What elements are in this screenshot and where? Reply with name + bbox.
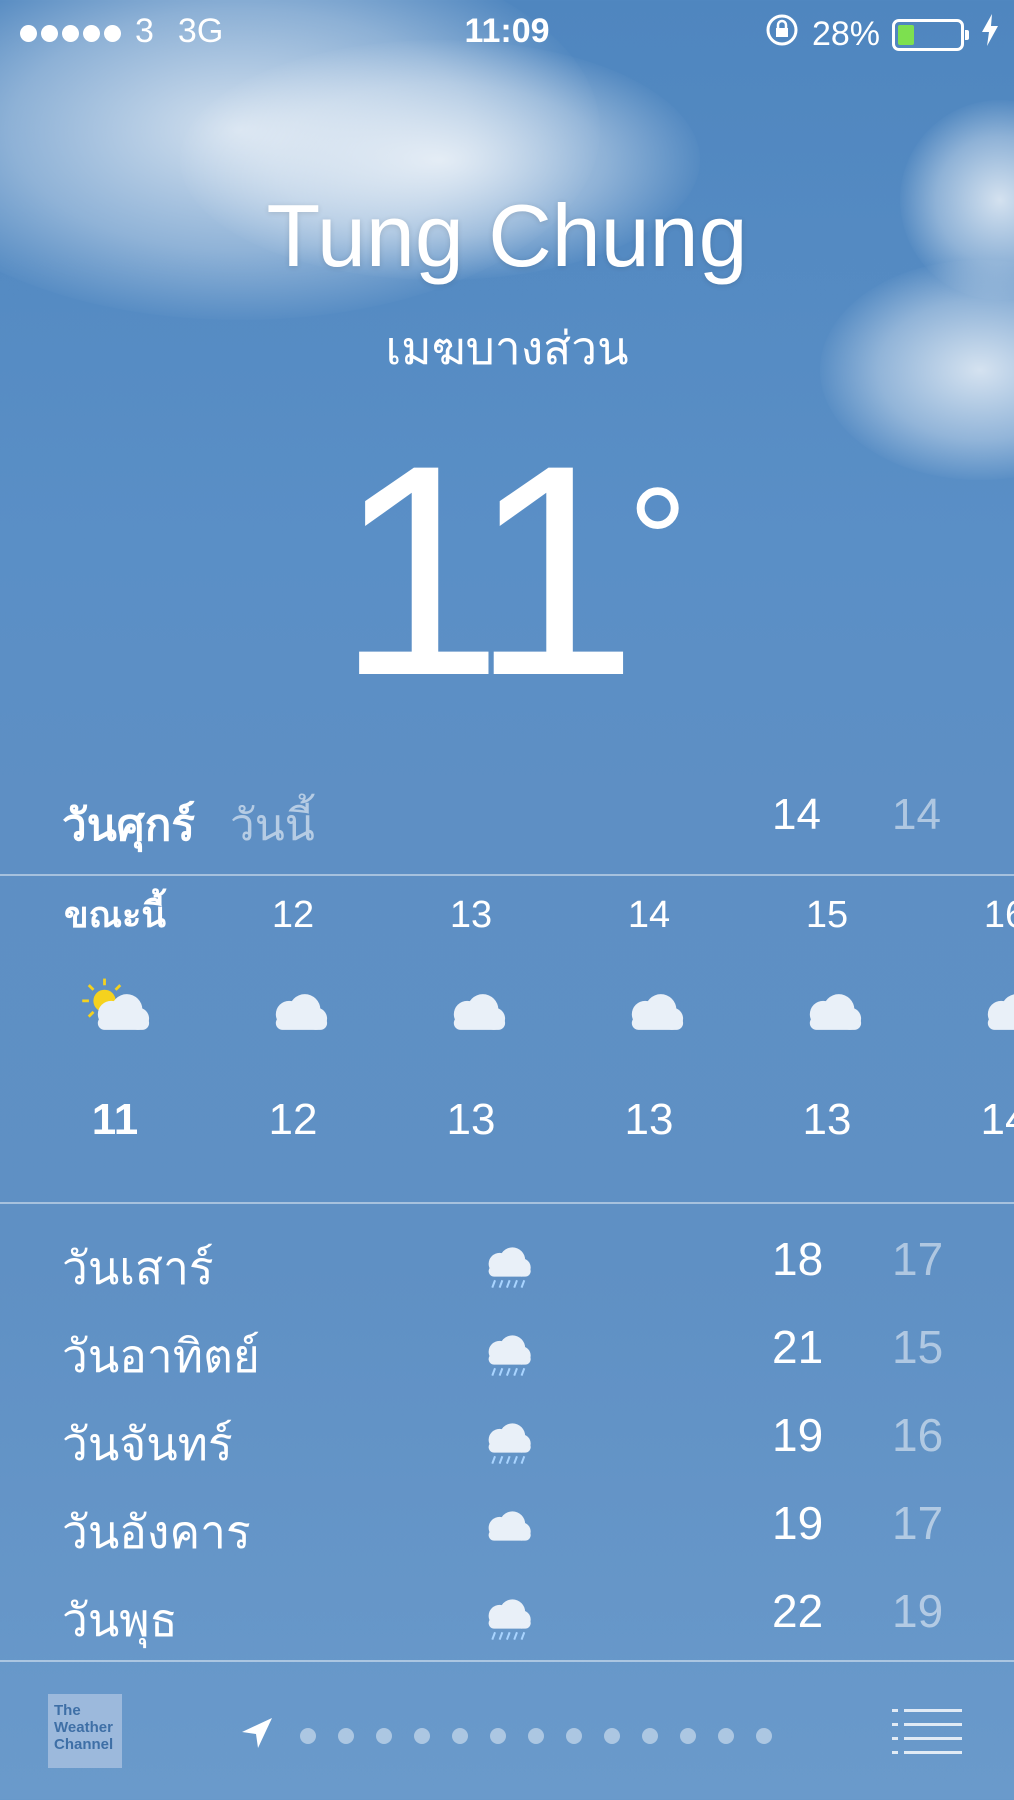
hourly-temp: 13 <box>802 1095 852 1144</box>
battery-percent: 28% <box>811 15 880 53</box>
page-dot[interactable] <box>490 1727 506 1744</box>
daily-day: วันอาทิตย์ <box>62 1330 260 1382</box>
hourly-temp: 11 <box>91 1095 139 1144</box>
location-arrow-icon <box>240 1716 274 1755</box>
page-dot[interactable] <box>452 1727 468 1744</box>
current-temperature: 11° <box>0 420 1014 720</box>
today-day: วันศุกร์ <box>62 801 195 850</box>
page-dot[interactable] <box>642 1727 658 1744</box>
hourly-time: 12 <box>271 894 315 936</box>
daily-row: วันเสาร์ 18 17 <box>62 1222 962 1310</box>
charging-bolt-icon <box>980 14 1000 55</box>
weather-condition: เมฆบางส่วน <box>385 322 629 374</box>
page-indicator[interactable] <box>240 1716 772 1755</box>
daily-day: วันอังคาร <box>62 1506 251 1558</box>
daily-day: วันจันทร์ <box>62 1418 233 1470</box>
cloud-icon <box>474 1498 544 1568</box>
cloud-icon <box>218 950 368 1080</box>
hourly-time: ขณะนี้ <box>64 894 166 935</box>
list-menu-icon[interactable] <box>892 1706 962 1756</box>
hourly-item: 13 13 <box>396 880 546 1160</box>
daily-low: 16 <box>892 1409 944 1461</box>
page-dot[interactable] <box>528 1727 544 1744</box>
hourly-time: 14 <box>627 894 671 936</box>
daily-row: วันอังคาร 19 17 <box>62 1486 962 1574</box>
page-dot[interactable] <box>756 1727 772 1744</box>
daily-low: 19 <box>892 1585 944 1637</box>
rotation-lock-icon <box>764 12 800 57</box>
page-dot[interactable] <box>414 1727 430 1744</box>
footer-bar: The Weather Channel <box>0 1662 1014 1800</box>
rain-icon <box>474 1410 544 1480</box>
hourly-time: 15 <box>805 894 849 936</box>
degree-symbol: ° <box>627 456 688 624</box>
cloud-icon <box>574 950 724 1080</box>
page-dot[interactable] <box>566 1727 582 1744</box>
page-dot[interactable] <box>300 1727 316 1744</box>
hourly-time: 16 <box>983 894 1014 936</box>
rain-icon <box>474 1586 544 1656</box>
page-dot[interactable] <box>604 1727 620 1744</box>
status-bar: 3 3G 11:09 28% <box>0 0 1014 64</box>
current-temperature-value: 11 <box>336 402 637 738</box>
today-summary: วันศุกร์ วันนี้ 14 14 <box>62 790 1014 850</box>
rain-icon <box>474 1234 544 1304</box>
hourly-time: 13 <box>449 894 493 936</box>
hourly-item: 1614 <box>930 880 1014 1160</box>
daily-day: วันเสาร์ <box>62 1242 214 1294</box>
today-label: วันนี้ <box>230 801 315 850</box>
cloud-icon <box>396 950 546 1080</box>
divider <box>0 1202 1014 1204</box>
hourly-temp: 13 <box>624 1095 674 1144</box>
status-right: 28% <box>764 12 1000 57</box>
hourly-forecast[interactable]: ขณะนี้1112121313141315131614 <box>0 880 1014 1200</box>
today-low: 14 <box>892 790 941 839</box>
city-name: Tung Chung <box>266 186 748 285</box>
rain-icon <box>474 1322 544 1392</box>
divider <box>0 874 1014 876</box>
today-high: 14 <box>772 790 821 839</box>
page-dot[interactable] <box>376 1727 392 1744</box>
hourly-item: 12 12 <box>218 880 368 1160</box>
daily-forecast: วันเสาร์ 18 17 วันอาทิตย์ 21 15 วันจันทร์ 19 16 ว… <box>62 1222 962 1662</box>
daily-high: 21 <box>772 1321 824 1373</box>
weather-channel-logo[interactable]: The Weather Channel <box>48 1694 122 1768</box>
daily-high: 19 <box>772 1409 824 1461</box>
daily-row: วันจันทร์ 19 16 <box>62 1398 962 1486</box>
page-dot[interactable] <box>680 1727 696 1744</box>
daily-low: 17 <box>892 1233 944 1285</box>
cloud-icon <box>752 950 902 1080</box>
hourly-item: 14 13 <box>574 880 724 1160</box>
daily-low: 17 <box>892 1497 944 1549</box>
cloud-icon <box>930 950 1014 1080</box>
hourly-item: 15 13 <box>752 880 902 1160</box>
daily-high: 22 <box>772 1585 824 1637</box>
page-dot[interactable] <box>718 1727 734 1744</box>
daily-high: 18 <box>772 1233 824 1285</box>
hourly-temp: 13 <box>446 1095 496 1144</box>
partly-sunny-icon <box>40 950 190 1080</box>
daily-row: วันอาทิตย์ 21 15 <box>62 1310 962 1398</box>
daily-day: วันพุธ <box>62 1594 178 1646</box>
daily-high: 19 <box>772 1497 824 1549</box>
hourly-item: ขณะนี้ 11 <box>40 880 190 1160</box>
battery-icon <box>892 18 969 51</box>
page-dot[interactable] <box>338 1727 354 1744</box>
daily-row: วันพุธ 22 19 <box>62 1574 962 1662</box>
hourly-temp: 14 <box>980 1095 1014 1144</box>
daily-low: 15 <box>892 1321 944 1373</box>
hourly-temp: 12 <box>268 1095 318 1144</box>
